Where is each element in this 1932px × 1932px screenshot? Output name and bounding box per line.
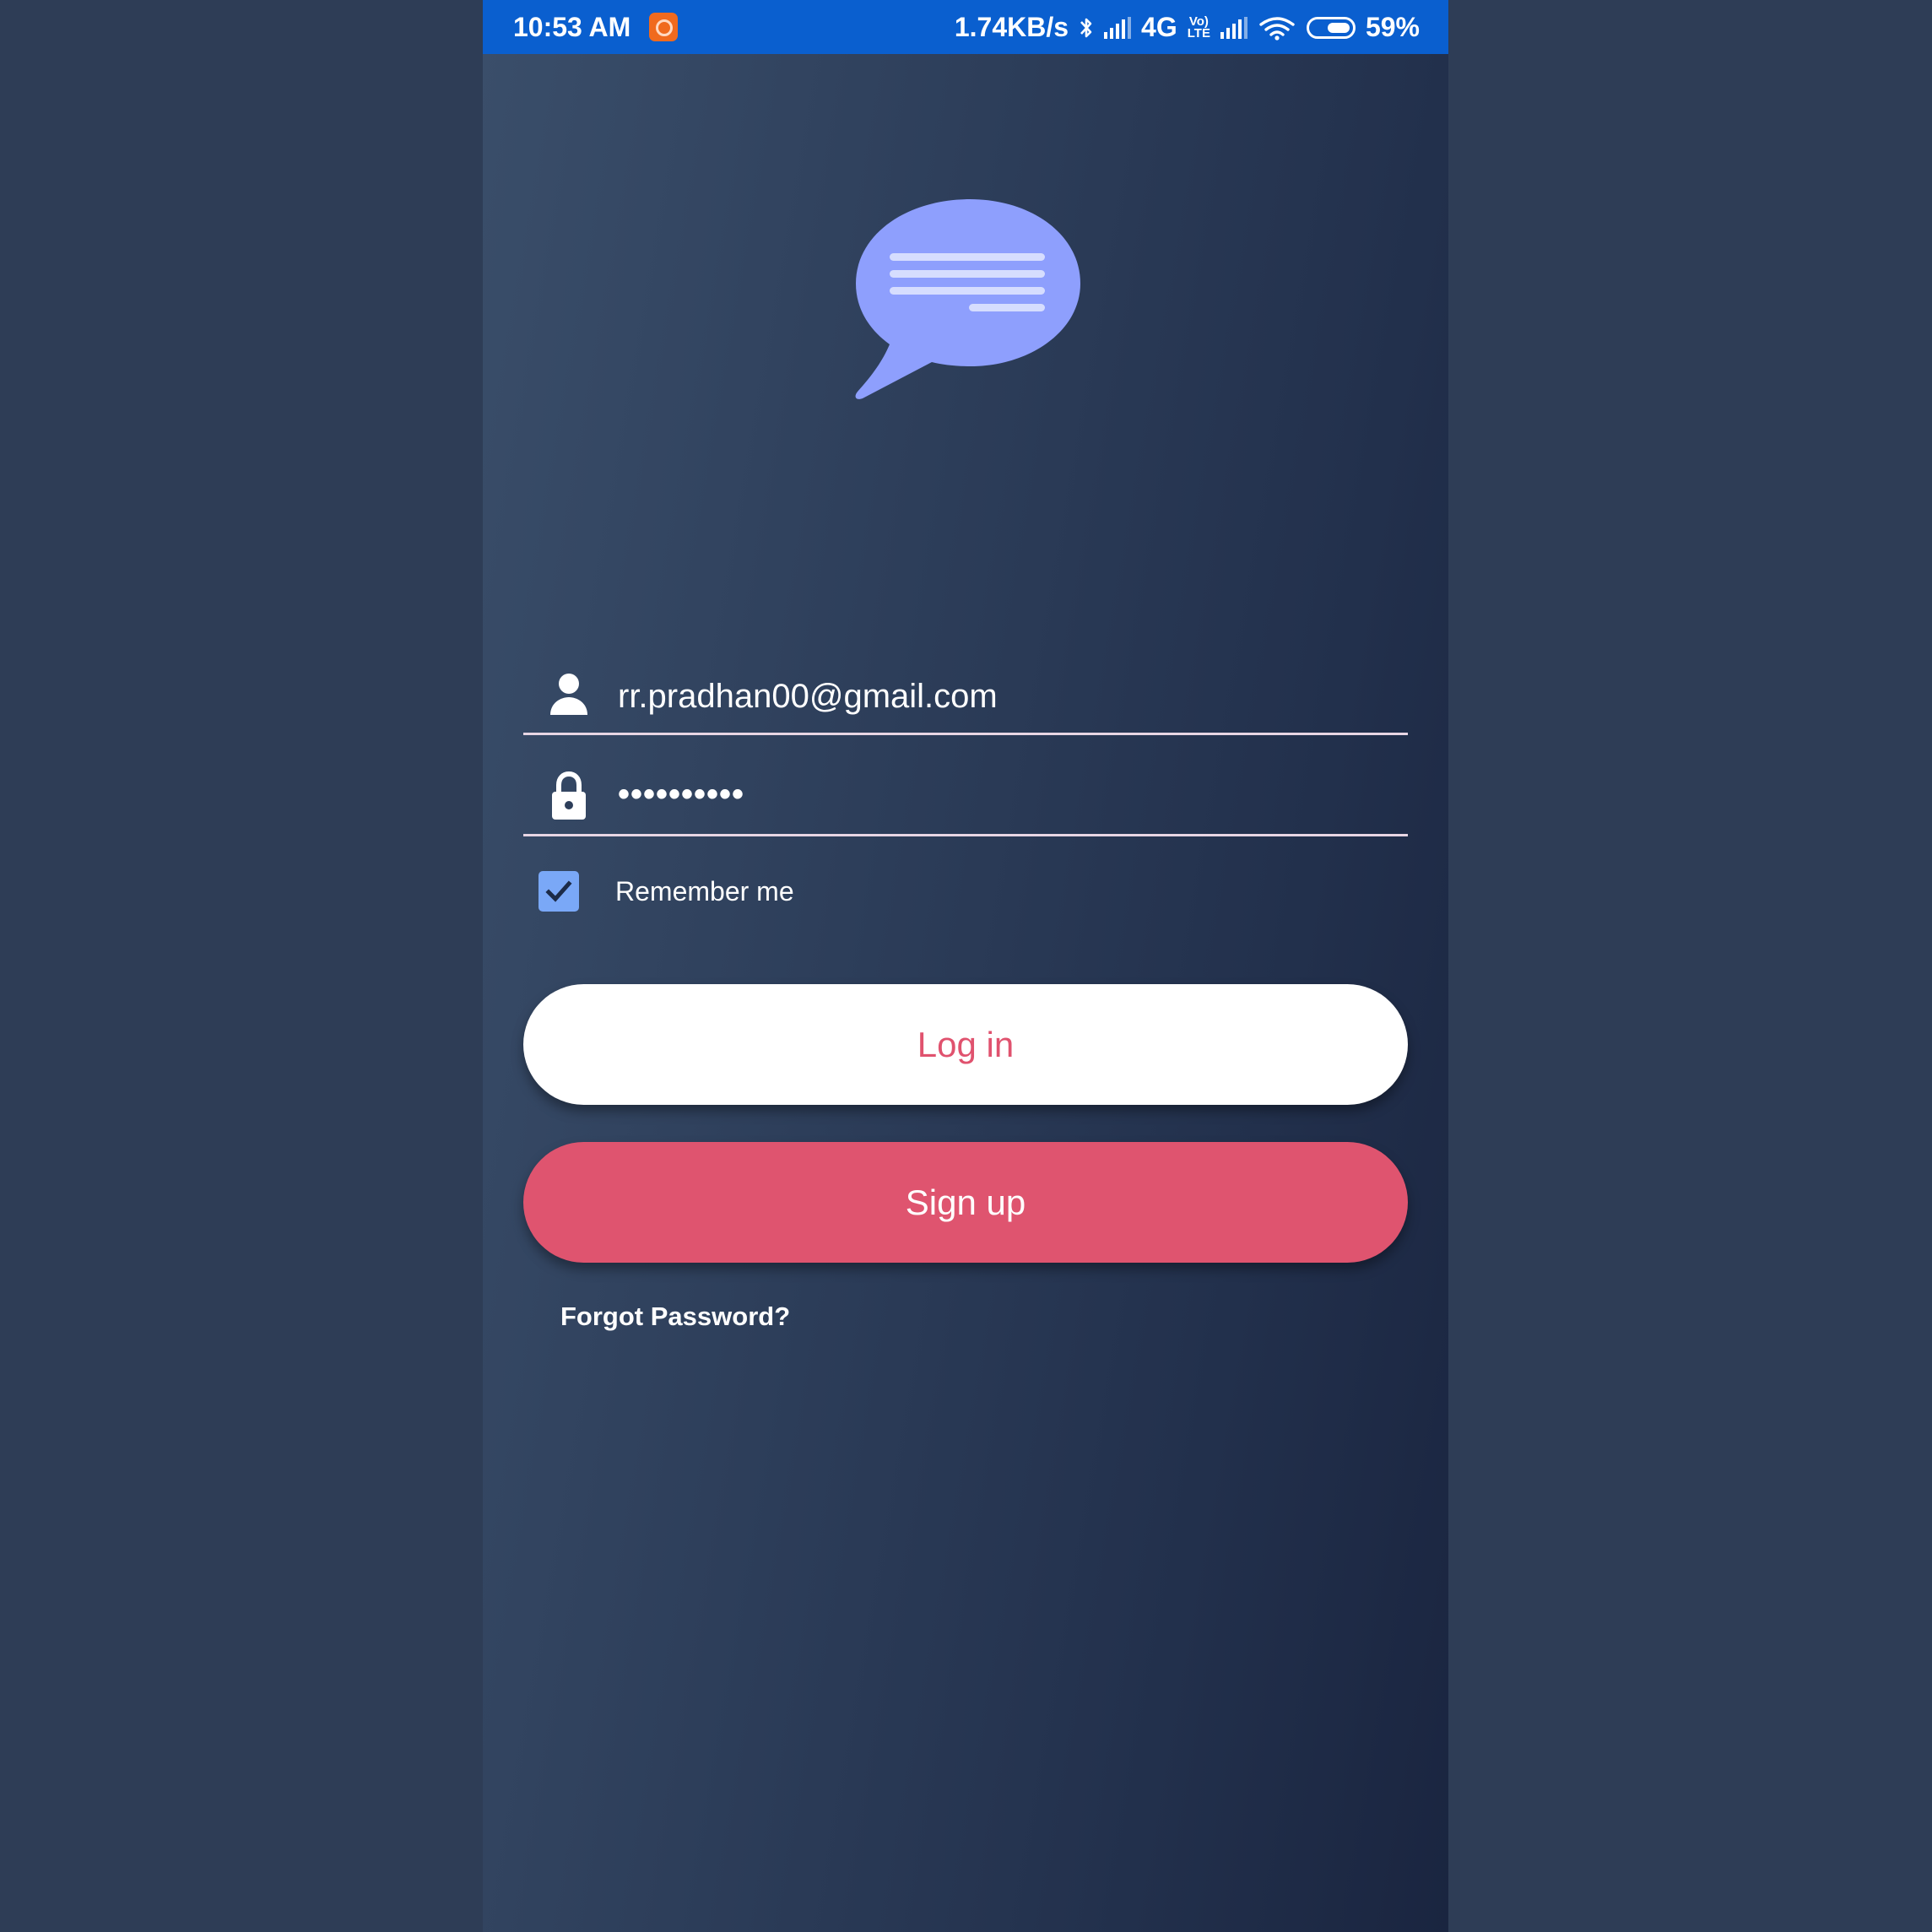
password-input[interactable]: •••••••••• bbox=[618, 776, 744, 814]
chat-bubble-icon bbox=[855, 199, 1080, 399]
signal-strength-icon bbox=[1104, 16, 1132, 39]
lock-icon bbox=[552, 771, 586, 820]
battery-icon bbox=[1306, 16, 1356, 39]
bluetooth-icon bbox=[1080, 18, 1092, 37]
remember-me-row: Remember me bbox=[538, 871, 794, 912]
person-icon bbox=[550, 674, 587, 715]
forgot-password-link[interactable]: Forgot Password? bbox=[560, 1302, 790, 1332]
login-button[interactable]: Log in bbox=[523, 984, 1408, 1105]
signal-strength-icon-2 bbox=[1220, 16, 1247, 39]
password-field: •••••••••• bbox=[523, 760, 1408, 836]
wifi-icon bbox=[1259, 16, 1295, 41]
network-speed: 1.74KB/s bbox=[954, 12, 1069, 42]
network-type: 4G bbox=[1141, 12, 1177, 42]
volte-badge: Vo) LTE bbox=[1187, 14, 1210, 41]
status-indicators: 1.74KB/s 4G Vo) LTE 59% bbox=[955, 12, 1420, 43]
email-field bbox=[523, 659, 1408, 735]
checkmark-icon bbox=[545, 880, 572, 902]
remember-me-checkbox[interactable] bbox=[538, 871, 579, 912]
app-screen: 10:53 AM 1.74KB/s 4G Vo) LTE 59% rr.prad… bbox=[483, 0, 1448, 1932]
status-time: 10:53 AM bbox=[513, 12, 631, 42]
remember-me-label: Remember me bbox=[615, 875, 794, 906]
status-bar: 10:53 AM 1.74KB/s 4G Vo) LTE 59% bbox=[483, 0, 1448, 54]
notification-app-icon bbox=[649, 13, 678, 41]
signup-button[interactable]: Sign up bbox=[523, 1142, 1408, 1263]
email-input[interactable] bbox=[618, 671, 1377, 722]
battery-percent: 59% bbox=[1365, 12, 1420, 42]
